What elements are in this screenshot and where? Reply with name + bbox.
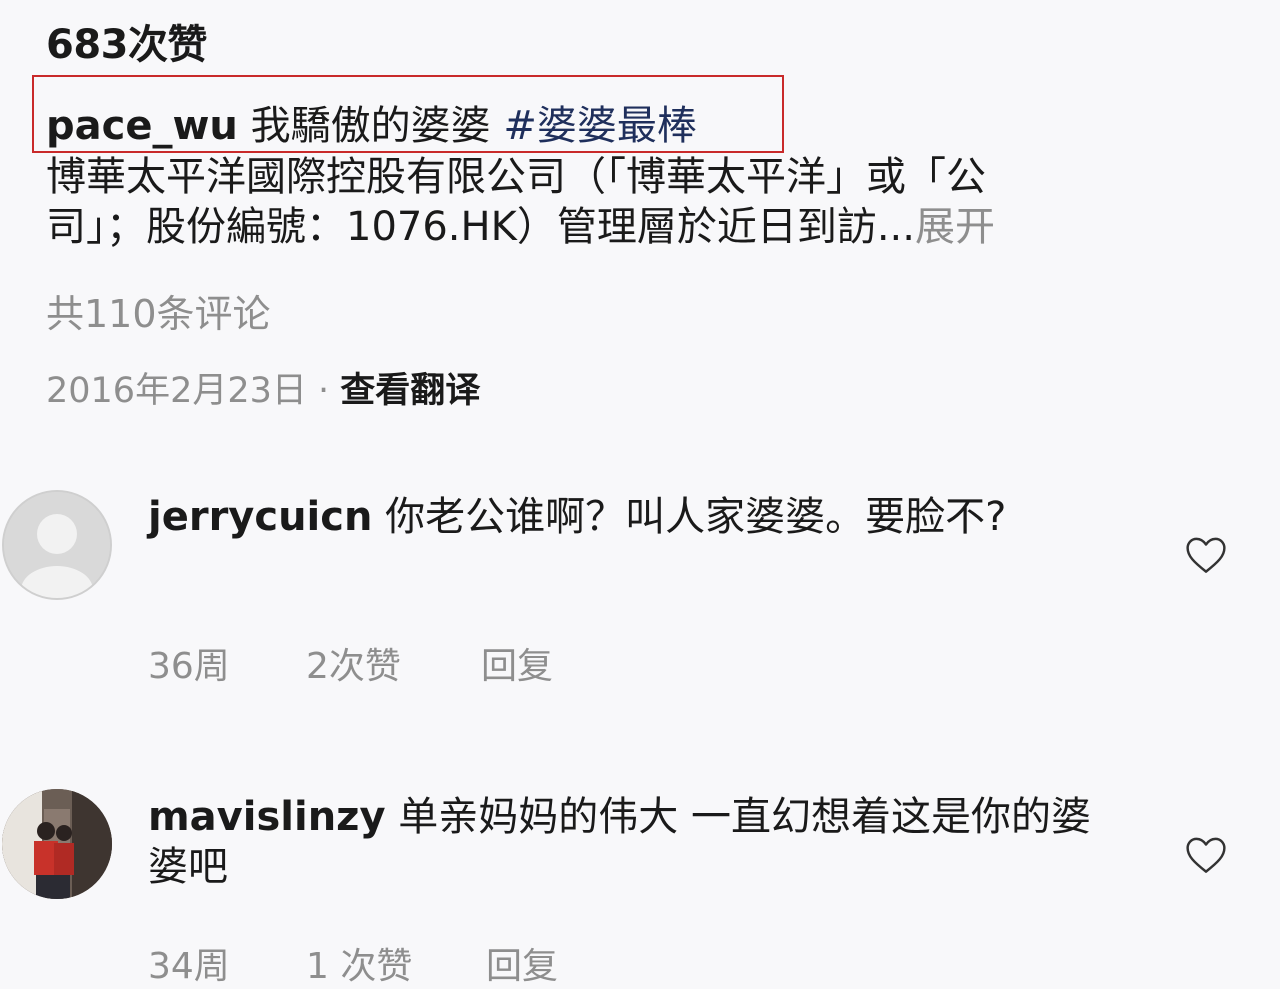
- like-count[interactable]: 683次赞: [46, 12, 208, 70]
- comment-body: jerrycuicn 你老公谁啊？叫人家婆婆。要脸不?: [148, 492, 1108, 542]
- like-comment-button[interactable]: [1185, 835, 1227, 875]
- post-body: 博華太平洋國際控股有限公司（「博華太平洋」或「公 司」；股份編號：1076.HK…: [46, 152, 1236, 252]
- post-meta: 2016年2月23日 · 查看翻译: [46, 362, 480, 413]
- avatar[interactable]: [2, 789, 112, 899]
- comment-username[interactable]: mavislinzy: [148, 794, 386, 840]
- comment-time: 34周: [148, 946, 230, 987]
- post-body-line-2: 司」；股份編號：1076.HK）管理層於近日到訪...: [46, 204, 915, 250]
- reply-button[interactable]: 回复: [481, 637, 553, 689]
- view-all-comments-link[interactable]: 共110条评论: [46, 283, 271, 338]
- heart-outline-icon: [1186, 537, 1226, 573]
- comment-text: 你老公谁啊？叫人家婆婆。要脸不?: [385, 494, 1007, 540]
- translate-button[interactable]: 查看翻译: [340, 371, 480, 411]
- comment-username[interactable]: jerrycuicn: [148, 494, 372, 540]
- meta-separator: ·: [306, 371, 341, 411]
- expand-link[interactable]: 展开: [915, 204, 995, 250]
- caption-username[interactable]: pace_wu: [46, 103, 238, 149]
- reply-button[interactable]: 回复: [486, 937, 558, 989]
- caption-text: 我驕傲的婆婆: [250, 103, 491, 149]
- avatar[interactable]: [2, 490, 112, 600]
- post-date: 2016年2月23日: [46, 371, 307, 411]
- post-caption: pace_wu 我驕傲的婆婆 #婆婆最棒: [46, 93, 697, 151]
- photo-avatar-icon: [2, 789, 112, 899]
- heart-outline-icon: [1186, 837, 1226, 873]
- comment-likes[interactable]: 1 次赞: [306, 937, 412, 989]
- like-comment-button[interactable]: [1185, 535, 1227, 575]
- default-avatar-icon: [4, 492, 110, 598]
- caption-hashtag[interactable]: #婆婆最棒: [503, 103, 697, 149]
- comment-likes[interactable]: 2次赞: [306, 637, 401, 689]
- comment-body: mavislinzy 单亲妈妈的伟大 一直幻想着这是你的婆婆吧: [148, 792, 1108, 892]
- comment-time: 36周: [148, 646, 230, 687]
- post-body-line-1: 博華太平洋國際控股有限公司（「博華太平洋」或「公: [46, 154, 986, 200]
